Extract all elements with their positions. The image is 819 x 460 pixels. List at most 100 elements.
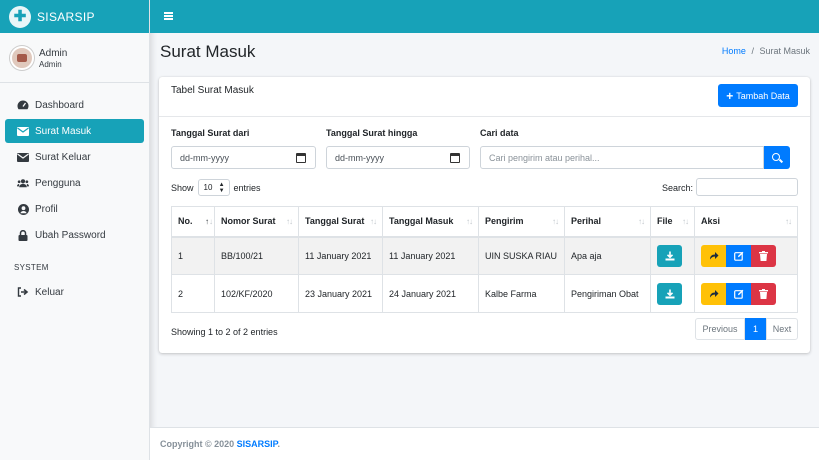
sidebar-item-profil[interactable]: Profil: [5, 197, 144, 221]
user-role: Admin: [39, 60, 62, 69]
edit-button[interactable]: [726, 282, 751, 305]
cell-no: 2: [171, 274, 215, 313]
breadcrumb-home-link[interactable]: Home: [722, 46, 746, 56]
delete-button[interactable]: [751, 244, 776, 267]
envelope-icon: [17, 152, 29, 162]
column-header-nomor-surat[interactable]: Nomor Surat ↑↓: [214, 206, 299, 238]
breadcrumb-separator: /: [751, 46, 754, 56]
top-navbar: [150, 0, 819, 33]
sidebar: ✚ SISARSIP Admin Admin Dashboard Surat M…: [0, 0, 150, 460]
cell-tanggal-surat: 11 January 2021: [298, 236, 383, 275]
entries-select[interactable]: 10 ▲ ▼: [197, 179, 230, 196]
breadcrumb-current: Surat Masuk: [759, 46, 810, 56]
sign-out-icon: [17, 287, 29, 297]
user-circle-icon: [17, 203, 29, 215]
edit-button[interactable]: [726, 244, 751, 267]
cell-nomor-surat: 102/KF/2020: [214, 274, 299, 313]
column-header-perihal[interactable]: Perihal ↑↓: [564, 206, 651, 238]
column-header-tanggal-masuk[interactable]: Tanggal Masuk ↑↓: [382, 206, 479, 238]
search-button[interactable]: [764, 146, 790, 169]
sidebar-item-surat-keluar[interactable]: Surat Keluar: [5, 145, 144, 169]
entries-select-value: 10: [203, 183, 213, 192]
sidebar-item-label: Ubah Password: [35, 229, 106, 241]
sort-icon: ↑↓: [466, 217, 473, 226]
date-to-value: dd-mm-yyyy: [335, 152, 384, 163]
sort-icon: ↑↓: [370, 217, 377, 226]
edit-icon: [733, 289, 743, 299]
sort-desc-icon: ↓: [209, 217, 213, 226]
pagination-next[interactable]: Next: [766, 318, 798, 340]
cell-tanggal-masuk: 11 January 2021: [382, 236, 479, 275]
cell-perihal: Pengiriman Obat: [564, 274, 651, 313]
delete-button[interactable]: [751, 282, 776, 305]
cell-file: [650, 274, 695, 313]
breadcrumb: Home / Surat Masuk: [722, 46, 810, 56]
column-header-tanggal-surat[interactable]: Tanggal Surat ↑↓: [298, 206, 383, 238]
sidebar-item-label: Surat Keluar: [35, 151, 91, 163]
pagination-previous[interactable]: Previous: [695, 318, 745, 340]
add-data-button[interactable]: + Tambah Data: [718, 84, 798, 107]
content-header: Surat Masuk Home / Surat Masuk: [160, 42, 810, 66]
datatable-search-input[interactable]: [696, 178, 798, 196]
sidebar-item-label: Pengguna: [35, 177, 81, 189]
cell-pengirim: Kalbe Farma: [478, 274, 565, 313]
date-from-input[interactable]: dd-mm-yyyy: [171, 146, 316, 169]
cell-nomor-surat: BB/100/21: [214, 236, 299, 275]
search-input[interactable]: Cari pengirim atau perihal...: [480, 146, 764, 169]
card-header: Tabel Surat Masuk + Tambah Data: [159, 77, 810, 117]
edit-icon: [733, 251, 743, 261]
cell-perihal: Apa aja: [564, 236, 651, 275]
calendar-icon[interactable]: [450, 153, 460, 163]
sidebar-section-header: SYSTEM: [14, 263, 49, 272]
column-header-pengirim[interactable]: Pengirim ↑↓: [478, 206, 565, 238]
action-button-group: [701, 282, 776, 305]
table-row: 2 102/KF/2020 23 January 2021 24 January…: [171, 274, 798, 313]
sidebar-item-pengguna[interactable]: Pengguna: [5, 171, 144, 195]
search-data-label: Cari data: [480, 128, 519, 138]
share-icon: [709, 290, 718, 298]
cell-no: 1: [171, 236, 215, 275]
table-header-row: No. ↑ ↓ Nomor Surat ↑↓ Tanggal Surat ↑↓ Tang…: [171, 206, 798, 238]
brand-text: SISARSIP: [37, 9, 95, 24]
search-placeholder: Cari pengirim atau perihal...: [489, 152, 600, 163]
sort-icon: ↑↓: [785, 217, 792, 226]
trash-icon: [759, 288, 768, 299]
plus-icon: +: [726, 88, 734, 103]
action-button-group: [701, 244, 776, 267]
download-button[interactable]: [657, 282, 682, 305]
sidebar-item-surat-masuk[interactable]: Surat Masuk: [5, 119, 144, 143]
pagination-page-1[interactable]: 1: [745, 318, 766, 340]
column-header-file[interactable]: File ↑↓: [650, 206, 695, 238]
sort-asc-icon: ↑: [205, 217, 209, 226]
footer-brand-link[interactable]: SISARSIP: [237, 439, 278, 449]
surat-masuk-card: Tabel Surat Masuk + Tambah Data Tanggal …: [159, 77, 810, 353]
calendar-icon[interactable]: [296, 153, 306, 163]
sidebar-item-ubah-password[interactable]: Ubah Password: [5, 223, 144, 247]
date-to-input[interactable]: dd-mm-yyyy: [326, 146, 470, 169]
envelope-icon: [17, 126, 29, 136]
sidebar-item-keluar[interactable]: Keluar: [5, 280, 144, 304]
footer-suffix: .: [277, 439, 281, 449]
column-header-aksi[interactable]: Aksi ↑↓: [694, 206, 798, 238]
users-icon: [17, 178, 29, 188]
cell-aksi: [694, 274, 798, 313]
sort-icon: ↑↓: [552, 217, 559, 226]
cell-tanggal-masuk: 24 January 2021: [382, 274, 479, 313]
sidebar-item-dashboard[interactable]: Dashboard: [5, 93, 144, 117]
column-header-no[interactable]: No. ↑ ↓: [171, 206, 215, 238]
sidebar-item-label: Profil: [35, 203, 58, 215]
surat-masuk-table: No. ↑ ↓ Nomor Surat ↑↓ Tanggal Surat ↑↓ Tang…: [171, 206, 798, 313]
datatable-info: Showing 1 to 2 of 2 entries: [171, 327, 278, 337]
hamburger-menu-icon[interactable]: [164, 12, 173, 20]
footer: Copyright © 2020 SISARSIP.: [150, 427, 819, 460]
forward-button[interactable]: [701, 244, 726, 267]
cell-pengirim: UIN SUSKA RIAU: [478, 236, 565, 275]
avatar[interactable]: [10, 46, 34, 70]
forward-button[interactable]: [701, 282, 726, 305]
download-button[interactable]: [657, 244, 682, 267]
entries-label: entries: [233, 182, 261, 193]
user-name[interactable]: Admin: [39, 47, 67, 60]
brand-link[interactable]: ✚ SISARSIP: [0, 0, 149, 33]
sidebar-item-label: Keluar: [35, 286, 64, 298]
add-data-label: Tambah Data: [736, 90, 790, 101]
